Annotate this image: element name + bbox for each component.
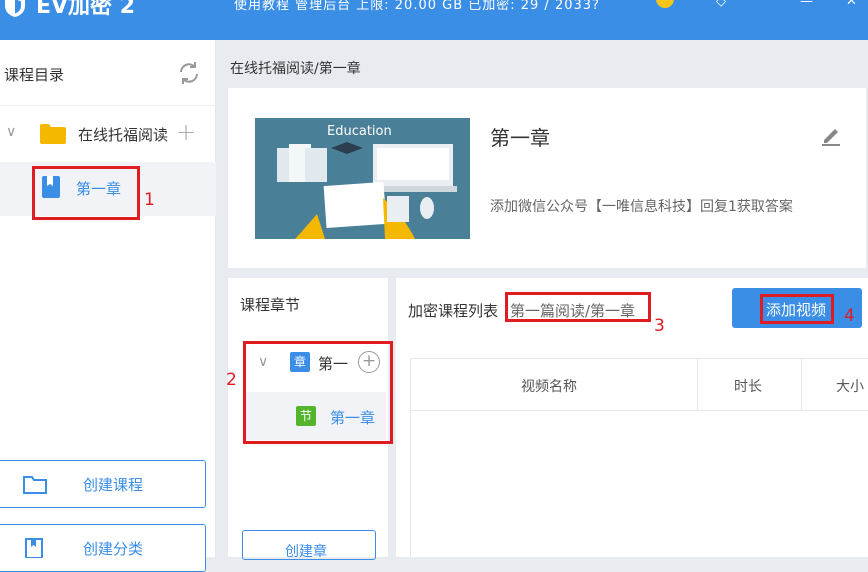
title-bar: EV加密 2 使用教程 管理后台 上限: 20.00 GB 已加密: 29 / … bbox=[0, 0, 868, 40]
annotation-number: 4 bbox=[844, 306, 855, 326]
column-header-label: 视频名称 bbox=[521, 379, 577, 395]
tree-item-label: 在线托福阅读 bbox=[78, 126, 169, 144]
highlight-box-4 bbox=[760, 294, 834, 324]
column-header-size[interactable]: 大小 bbox=[802, 359, 868, 411]
highlight-box-3 bbox=[505, 292, 651, 322]
annotation-number: 3 bbox=[654, 316, 665, 336]
close-button[interactable]: ✕ bbox=[846, 0, 857, 9]
edit-pencil-icon[interactable] bbox=[820, 124, 842, 146]
course-description: 添加微信公众号【一唯信息科技】回复1获取答案 bbox=[490, 199, 793, 215]
refresh-icon[interactable] bbox=[174, 58, 204, 88]
tree-item-course[interactable]: ∨ 在线托福阅读 + bbox=[0, 108, 216, 162]
create-category-button[interactable]: 创建分类 bbox=[0, 524, 206, 572]
create-chapter-button[interactable]: 创建章 bbox=[242, 530, 376, 560]
minimize-button[interactable]: — bbox=[800, 0, 813, 9]
breadcrumb: 在线托福阅读/第一章 bbox=[230, 61, 361, 77]
video-table: 视频名称 时长 大小 bbox=[410, 358, 868, 557]
column-header-label: 时长 bbox=[734, 379, 762, 395]
videos-title: 加密课程列表 bbox=[408, 302, 499, 320]
education-illustration bbox=[277, 142, 457, 239]
course-info-card: Education 第一章 添加微信公众号【一唯信息科技】回复1获取答案 bbox=[228, 88, 866, 268]
coin-icon[interactable] bbox=[656, 0, 674, 8]
create-course-button[interactable]: 创建课程 bbox=[0, 460, 206, 508]
create-category-label: 创建分类 bbox=[83, 540, 144, 558]
column-header-label: 大小 bbox=[836, 379, 864, 395]
annotation-number: 1 bbox=[144, 190, 155, 210]
chapters-title: 课程章节 bbox=[240, 296, 301, 314]
top-info-text[interactable]: 使用教程 管理后台 上限: 20.00 GB 已加密: 29 / 2033? bbox=[234, 0, 600, 13]
highlight-box-2 bbox=[243, 341, 393, 444]
course-sidebar: 课程目录 ∨ 在线托福阅读 + 第一章 创建课程 创建分类 bbox=[0, 40, 216, 572]
folder-outline-icon bbox=[23, 476, 47, 494]
add-icon[interactable]: + bbox=[176, 118, 196, 146]
course-thumbnail: Education bbox=[255, 118, 470, 239]
column-header-name[interactable]: 视频名称 bbox=[411, 359, 698, 411]
create-chapter-label: 创建章 bbox=[285, 544, 327, 560]
highlight-box-1 bbox=[32, 166, 140, 220]
chevron-down-icon[interactable]: ∨ bbox=[6, 124, 16, 140]
diamond-icon[interactable]: ◇ bbox=[716, 0, 726, 9]
create-course-label: 创建课程 bbox=[83, 476, 144, 494]
app-title: EV加密 2 bbox=[36, 0, 136, 19]
shield-logo-icon bbox=[5, 0, 25, 17]
column-header-duration[interactable]: 时长 bbox=[698, 359, 802, 411]
sidebar-title: 课程目录 bbox=[4, 66, 65, 84]
annotation-number: 2 bbox=[226, 370, 237, 390]
book-outline-icon bbox=[25, 538, 43, 558]
folder-icon bbox=[40, 124, 66, 144]
course-title: 第一章 bbox=[490, 126, 550, 150]
sidebar-header: 课程目录 bbox=[0, 40, 216, 106]
